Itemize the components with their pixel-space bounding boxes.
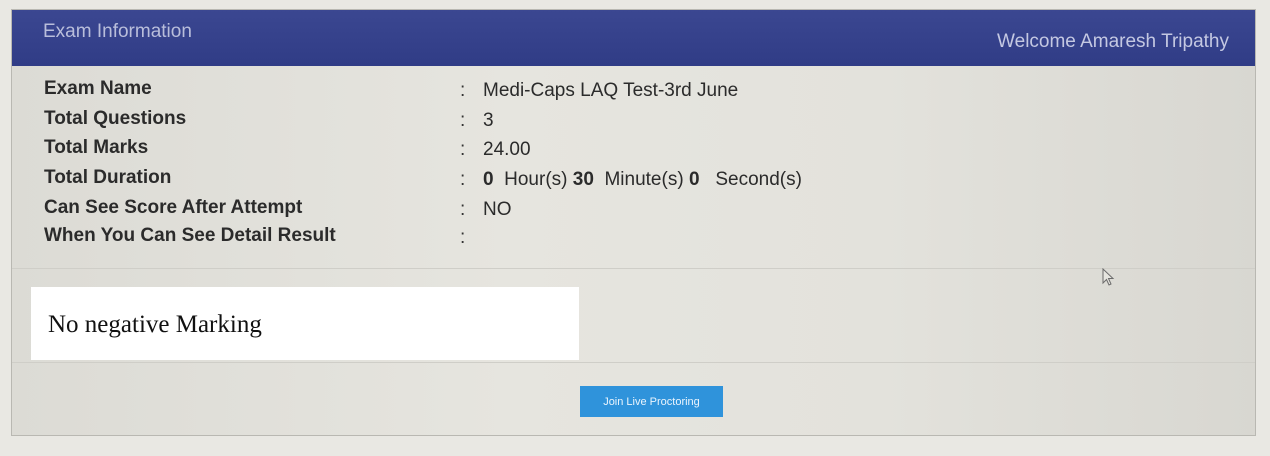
mouse-cursor-icon (1102, 268, 1115, 286)
note-box: No negative Marking (31, 287, 579, 360)
duration-minutes-unit: Minute(s) (604, 169, 684, 190)
duration-seconds: 0 (688, 169, 700, 190)
total-duration-value: 0 Hour(s) 30 Minute(s) 0 Second(s) (483, 169, 802, 191)
score-visibility-value: NO (483, 199, 512, 220)
row-colon: : (460, 139, 466, 160)
row-colon: : (460, 227, 466, 248)
section-divider (12, 362, 1255, 363)
row-colon: : (460, 169, 466, 190)
exam-name-row: Exam Name : Medi-Caps LAQ Test-3rd June (12, 78, 1255, 104)
row-colon: : (460, 80, 466, 101)
exam-name-label: Exam Name (44, 78, 152, 99)
panel-header: Exam Information Welcome Amaresh Tripath… (12, 10, 1255, 66)
total-duration-row: Total Duration : 0 Hour(s) 30 Minute(s) … (12, 167, 1255, 193)
duration-minutes: 30 (572, 169, 594, 190)
duration-hours: 0 (483, 169, 494, 190)
detail-result-label: When You Can See Detail Result (44, 225, 336, 246)
join-live-proctoring-button[interactable]: Join Live Proctoring (580, 386, 723, 417)
total-duration-label: Total Duration (44, 167, 172, 188)
row-colon: : (460, 110, 466, 131)
welcome-text: Welcome Amaresh Tripathy (997, 31, 1229, 52)
total-questions-label: Total Questions (44, 108, 187, 129)
total-questions-value: 3 (483, 110, 494, 131)
row-colon: : (460, 199, 466, 220)
duration-seconds-unit: Second(s) (715, 169, 802, 190)
duration-hours-unit: Hour(s) (504, 169, 568, 190)
panel-title: Exam Information (43, 21, 192, 42)
negative-marking-note: No negative Marking (48, 311, 262, 338)
section-divider (12, 268, 1255, 269)
total-marks-label: Total Marks (44, 137, 149, 158)
score-visibility-label: Can See Score After Attempt (44, 197, 303, 218)
total-marks-value: 24.00 (483, 139, 531, 160)
exam-info-panel: Exam Information Welcome Amaresh Tripath… (11, 9, 1256, 436)
score-visibility-row: Can See Score After Attempt : NO (12, 197, 1255, 223)
total-marks-row: Total Marks : 24.00 (12, 137, 1255, 163)
total-questions-row: Total Questions : 3 (12, 108, 1255, 134)
exam-name-value: Medi-Caps LAQ Test-3rd June (483, 80, 739, 101)
detail-result-row: When You Can See Detail Result : (12, 225, 1255, 251)
